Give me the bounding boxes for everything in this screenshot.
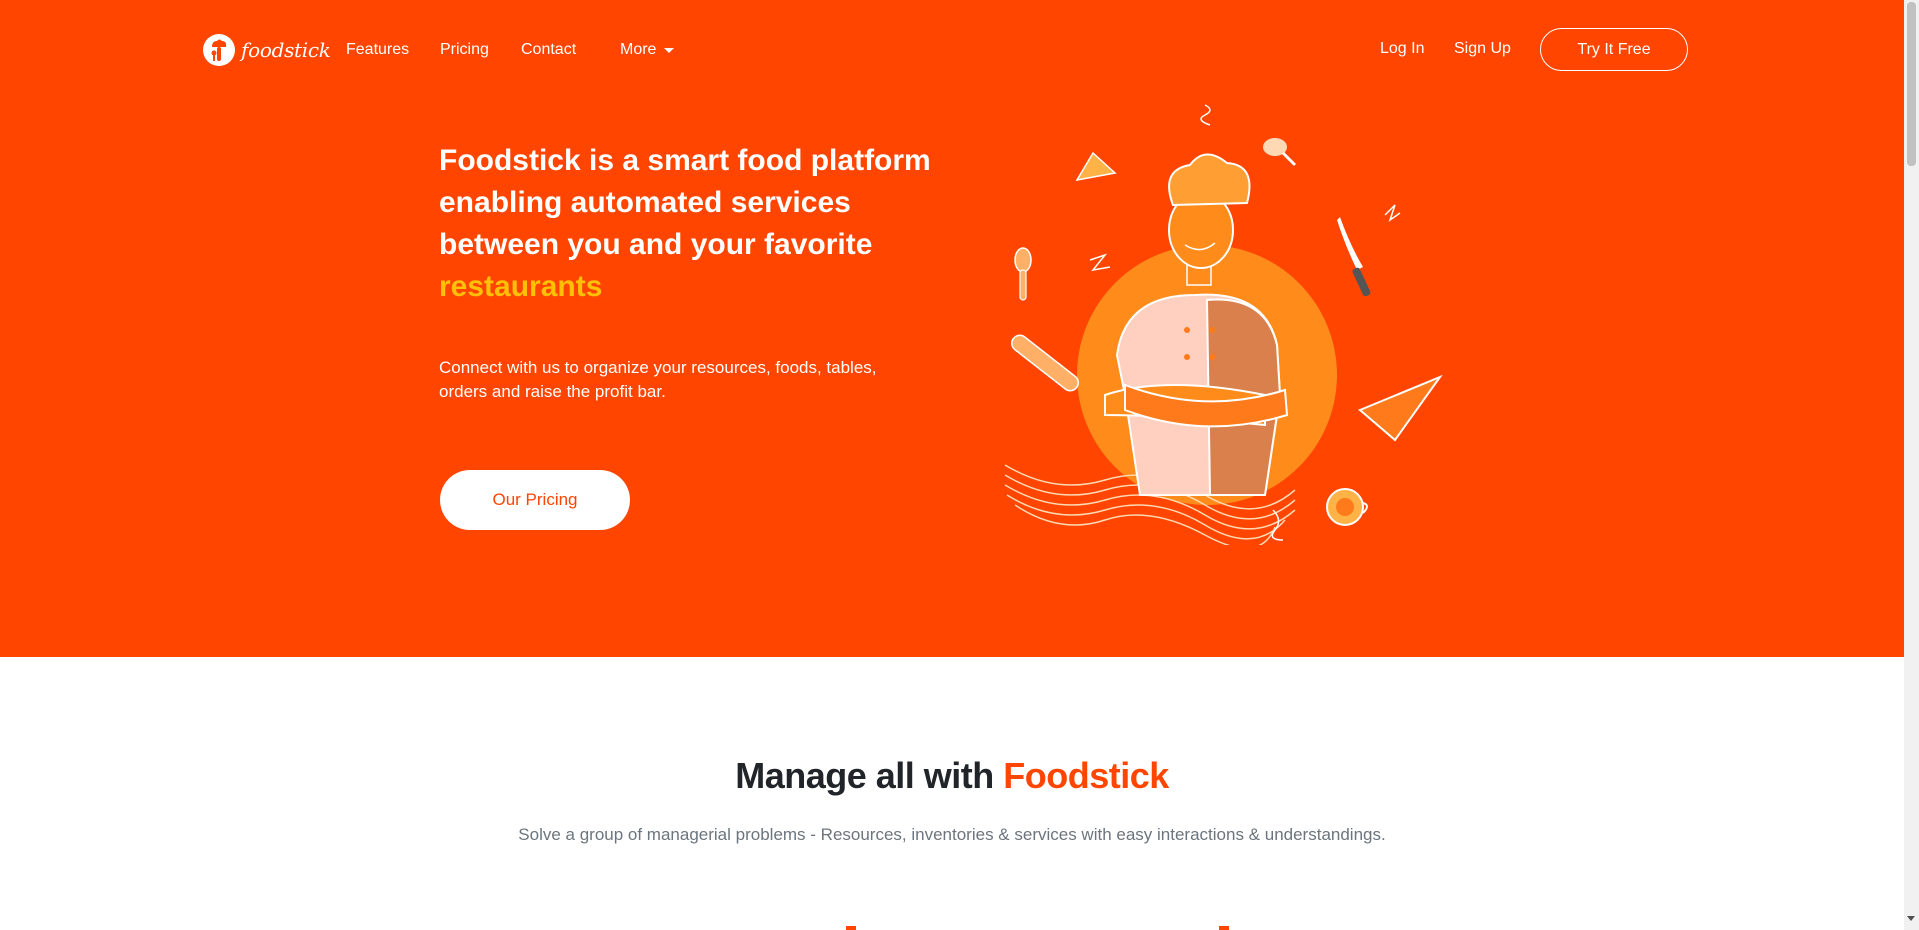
hero-headline: Foodstick is a smart food platform enabl…	[439, 140, 959, 308]
chef-hat-icon	[203, 34, 235, 66]
hero-section: foodstick Features Pricing Contact More …	[0, 0, 1904, 657]
try-free-button[interactable]: Try It Free	[1540, 28, 1688, 71]
page: foodstick Features Pricing Contact More …	[0, 0, 1904, 930]
brand-logo[interactable]: foodstick	[202, 32, 331, 68]
section-heading-text: Manage all with	[735, 755, 1004, 796]
nav-contact-link[interactable]: Contact	[521, 40, 576, 60]
chef-illustration	[1004, 104, 1443, 545]
section-heading: Manage all with Foodstick	[0, 755, 1904, 797]
nav-features-link[interactable]: Features	[346, 40, 409, 60]
section-heading-brand: Foodstick	[1003, 755, 1169, 796]
nav-more-label: More	[620, 41, 657, 58]
caret-down-icon	[664, 48, 675, 53]
login-link[interactable]: Log In	[1380, 39, 1424, 59]
feature-icon-peek	[1219, 926, 1229, 930]
nav-pricing-link[interactable]: Pricing	[440, 40, 489, 60]
brand-name: foodstick	[241, 38, 331, 62]
top-navbar: foodstick Features Pricing Contact More …	[0, 0, 1904, 100]
scroll-down-arrow-icon[interactable]	[1907, 916, 1915, 921]
scrollbar-thumb[interactable]	[1907, 2, 1916, 166]
nav-more-dropdown[interactable]: More	[620, 40, 675, 60]
our-pricing-button[interactable]: Our Pricing	[440, 470, 630, 530]
hero-headline-text: Foodstick is a smart food platform enabl…	[439, 144, 931, 261]
feature-icon-peek	[846, 926, 856, 930]
signup-link[interactable]: Sign Up	[1454, 39, 1511, 59]
hero-subtitle: Connect with us to organize your resourc…	[439, 358, 877, 401]
section-subtitle: Solve a group of managerial problems - R…	[518, 825, 1386, 844]
hero-headline-accent: restaurants	[439, 270, 603, 303]
vertical-scrollbar[interactable]	[1904, 0, 1919, 930]
